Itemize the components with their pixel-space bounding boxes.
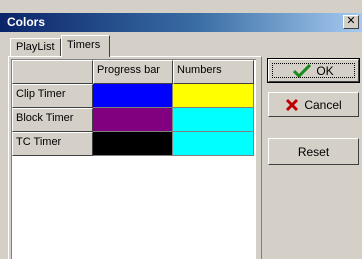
row-header-clip-timer: Clip Timer xyxy=(12,84,93,108)
grid-corner-header xyxy=(12,60,93,84)
focus-rect xyxy=(272,63,355,78)
cancel-button[interactable]: Cancel xyxy=(268,92,359,117)
tab-label: PlayList xyxy=(16,41,55,53)
color-grid: Progress bar Numbers Clip Timer Block Ti… xyxy=(11,59,256,259)
tab-playlist[interactable]: PlayList xyxy=(10,38,61,57)
ok-button[interactable]: OK xyxy=(267,58,360,83)
tc-timer-progress-color[interactable] xyxy=(93,132,173,156)
tab-timers[interactable]: Timers xyxy=(61,35,110,57)
tab-label: Timers xyxy=(67,39,101,51)
reset-label: Reset xyxy=(297,144,330,159)
tc-timer-numbers-color[interactable] xyxy=(173,132,254,156)
block-timer-numbers-color[interactable] xyxy=(173,108,254,132)
reset-button[interactable]: Reset xyxy=(268,138,359,165)
block-timer-progress-color[interactable] xyxy=(93,108,173,132)
column-header-progress-bar: Progress bar xyxy=(93,60,173,84)
x-icon xyxy=(285,98,299,112)
colors-dialog: Colors ✕ PlayList Timers Progress bar Nu… xyxy=(0,0,362,259)
close-icon: ✕ xyxy=(346,15,356,27)
cancel-label: Cancel xyxy=(304,97,342,112)
row-header-block-timer: Block Timer xyxy=(12,108,93,132)
clip-timer-numbers-color[interactable] xyxy=(173,84,254,108)
clip-timer-progress-color[interactable] xyxy=(93,84,173,108)
column-header-numbers: Numbers xyxy=(173,60,254,84)
title-bar[interactable]: Colors ✕ xyxy=(0,13,362,32)
row-header-tc-timer: TC Timer xyxy=(12,132,93,156)
close-button[interactable]: ✕ xyxy=(343,15,359,29)
window-title: Colors xyxy=(7,15,46,29)
